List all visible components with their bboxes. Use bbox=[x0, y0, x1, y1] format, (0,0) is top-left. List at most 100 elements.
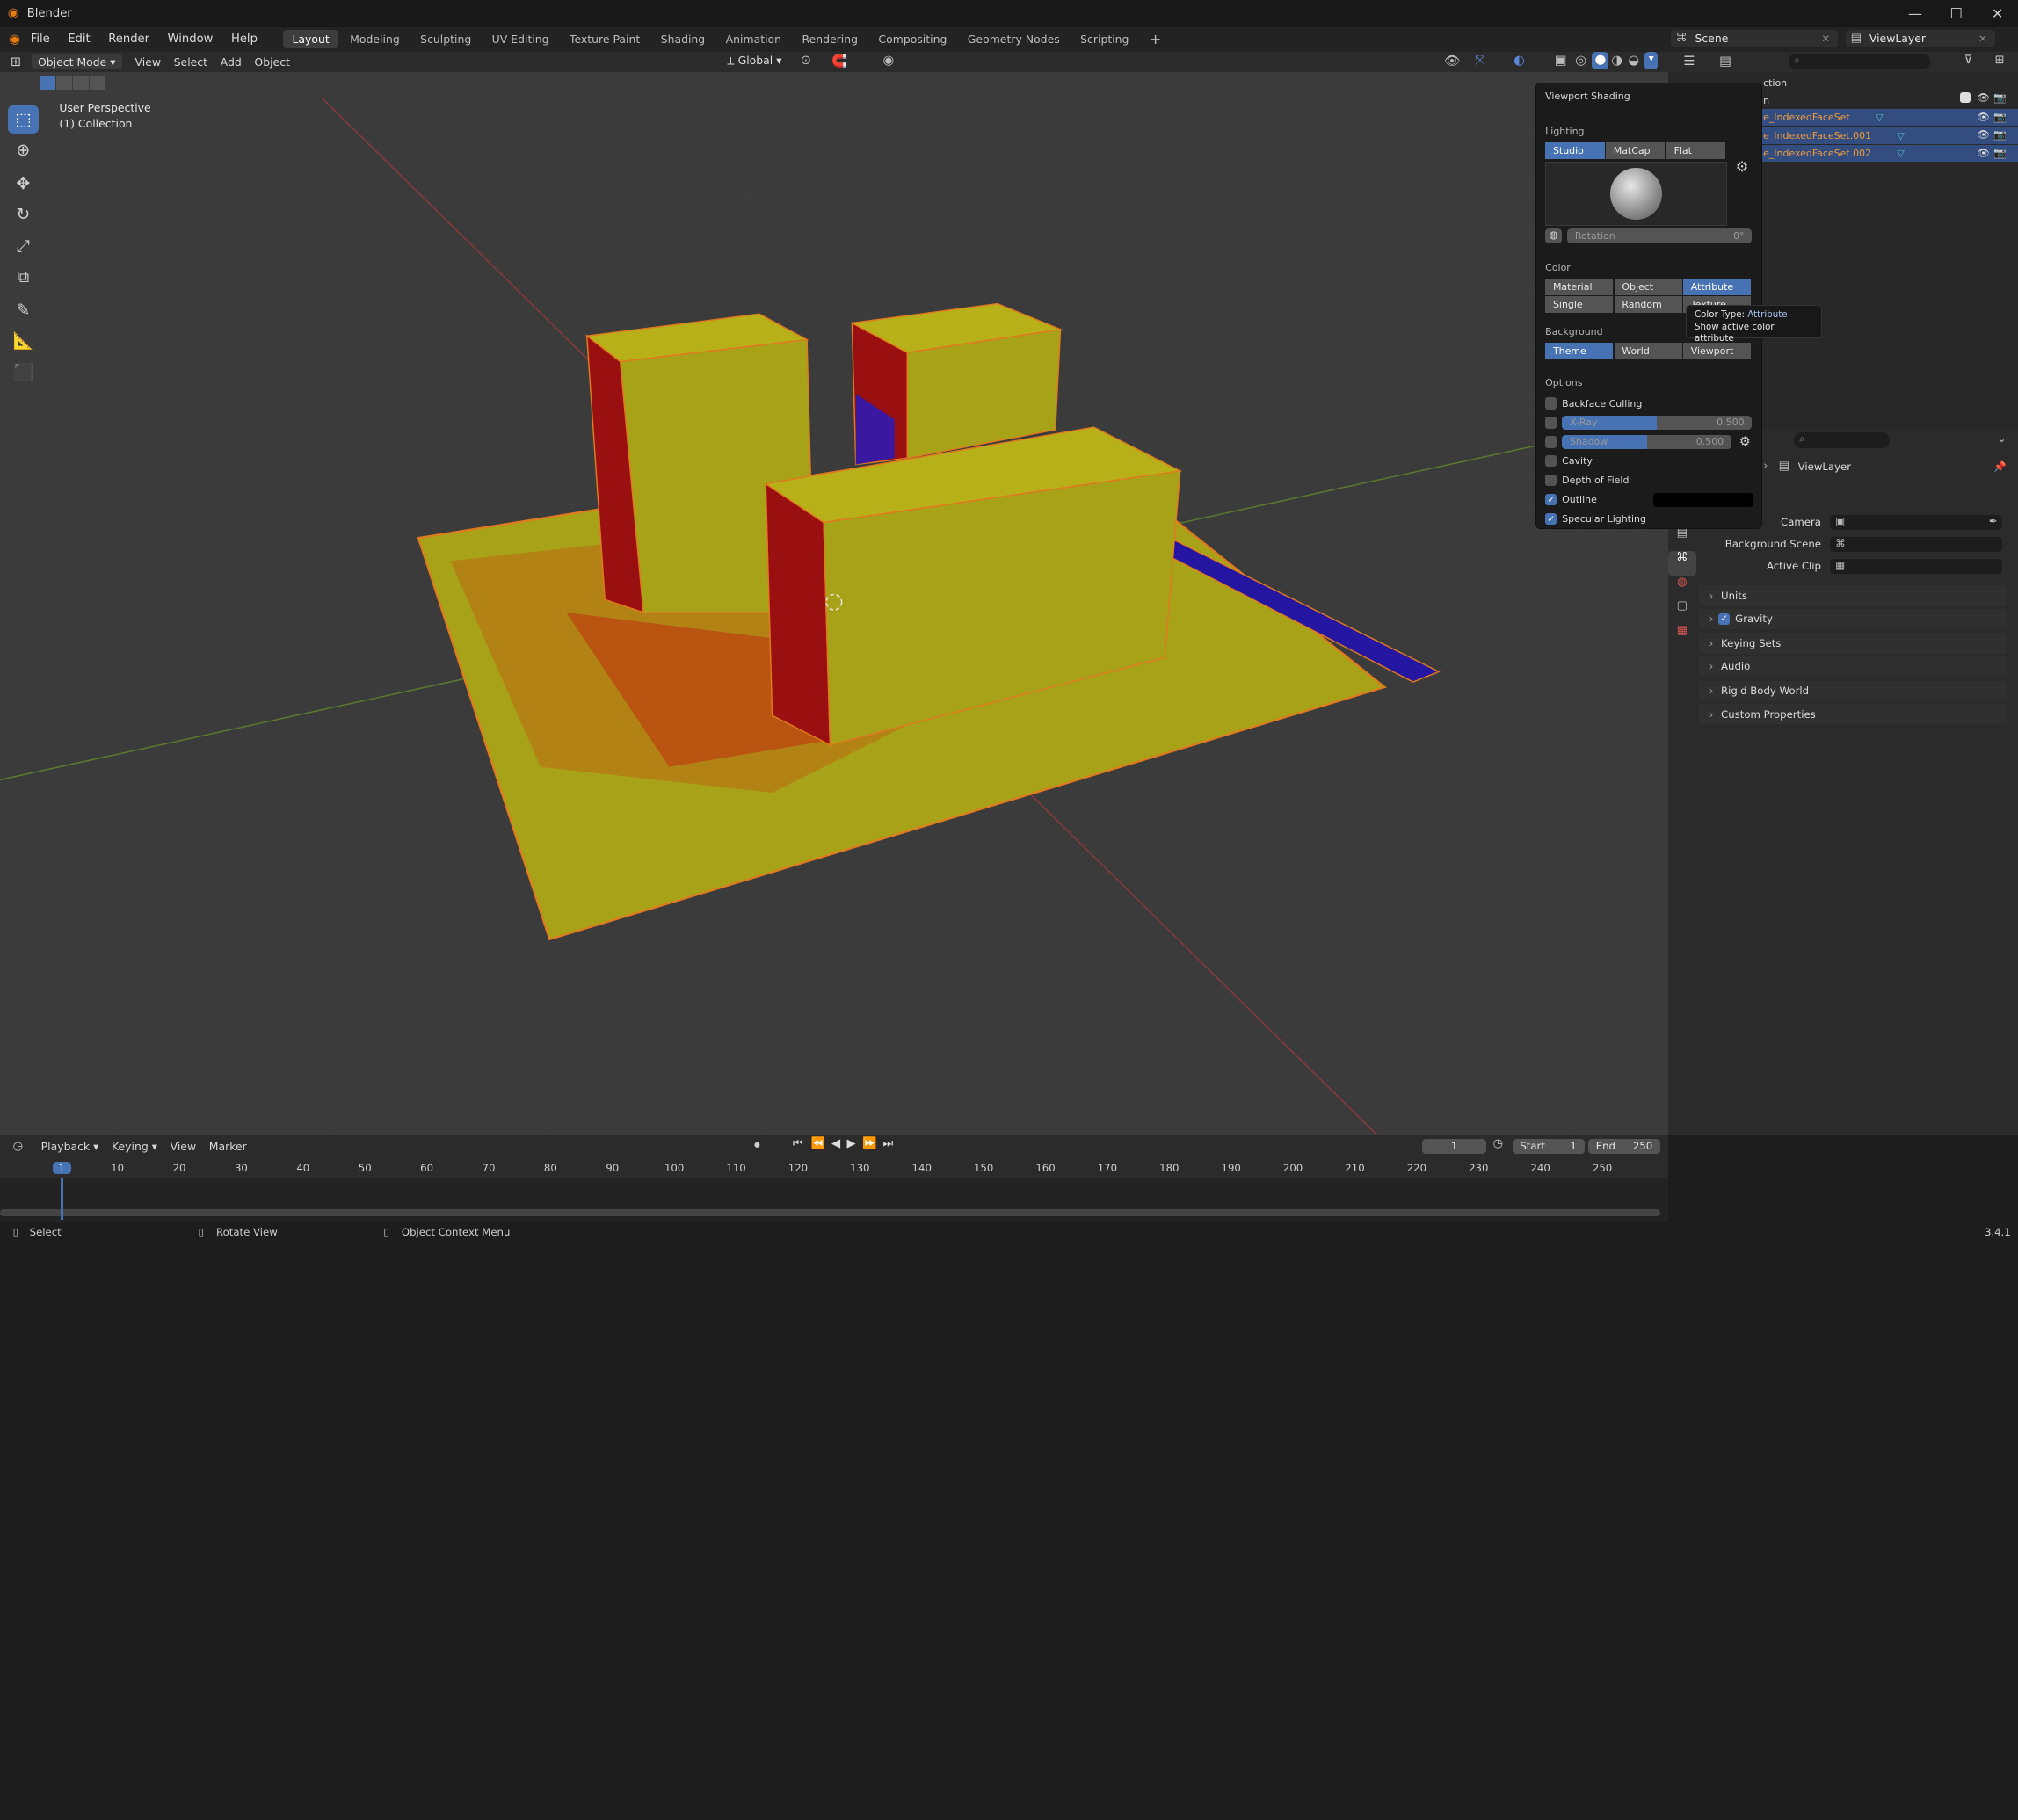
specular-lighting-checkbox[interactable]: ✓ bbox=[1545, 513, 1557, 526]
backface-culling-checkbox[interactable] bbox=[1545, 397, 1557, 410]
tab-shading[interactable]: Shading bbox=[651, 30, 714, 48]
new-collection-icon[interactable]: ⊞ bbox=[1995, 54, 2005, 67]
shadow-intensity-slider[interactable]: Shadow 0.500 bbox=[1562, 434, 1731, 449]
background-world-button[interactable]: World bbox=[1614, 342, 1682, 359]
outliner-item-1[interactable]: e_IndexedFaceSet.001 ▽ bbox=[1763, 127, 1905, 144]
eyedropper-icon[interactable]: ✒ bbox=[1989, 515, 1998, 527]
menu-object[interactable]: Object bbox=[254, 55, 290, 69]
menu-playback[interactable]: Playback ▾ bbox=[41, 1140, 99, 1153]
preview-range-icon[interactable]: ◷ bbox=[1493, 1137, 1503, 1150]
active-clip-field[interactable]: ▦ bbox=[1830, 558, 2003, 575]
background-theme-button[interactable]: Theme bbox=[1545, 342, 1614, 359]
xray-checkbox[interactable] bbox=[1545, 417, 1557, 429]
tab-uv-editing[interactable]: UV Editing bbox=[483, 30, 557, 48]
cavity-row[interactable]: Cavity bbox=[1545, 452, 1752, 471]
lighting-flat-button[interactable]: Flat bbox=[1666, 141, 1726, 159]
gizmo-icon[interactable]: ⤧ bbox=[1475, 53, 1485, 68]
tab-compositing[interactable]: Compositing bbox=[869, 30, 955, 48]
rotation-field[interactable]: Rotation 0° bbox=[1567, 228, 1753, 243]
jump-start-icon[interactable]: ⏮ bbox=[793, 1137, 803, 1150]
outliner-item-2[interactable]: e_IndexedFaceSet.002 ▽ bbox=[1763, 145, 1905, 162]
overlay-icon[interactable]: ◐ bbox=[1514, 53, 1525, 68]
color-single-button[interactable]: Single bbox=[1545, 296, 1614, 314]
tab-modeling[interactable]: Modeling bbox=[341, 30, 409, 48]
current-frame-field[interactable]: 1 bbox=[1422, 1138, 1487, 1155]
scene-selector[interactable]: ⌘ Scene ✕ bbox=[1670, 29, 1838, 48]
menu-select[interactable]: Select bbox=[174, 55, 207, 69]
play-reverse-icon[interactable]: ◀ bbox=[831, 1137, 840, 1150]
snap-icon[interactable]: 🧲 bbox=[831, 53, 847, 69]
add-workspace-icon[interactable]: + bbox=[1141, 28, 1171, 50]
panel-gravity[interactable]: › ✓ Gravity bbox=[1698, 608, 2008, 630]
menu-timeline-view[interactable]: View bbox=[171, 1140, 197, 1153]
wireframe-shading-icon[interactable]: ◎ bbox=[1575, 53, 1586, 68]
shadow-checkbox[interactable] bbox=[1545, 436, 1557, 448]
scene-close-icon[interactable]: ✕ bbox=[1821, 33, 1830, 45]
annotate-icon[interactable]: ✎ bbox=[8, 296, 39, 324]
pivot-icon[interactable]: ⊙ bbox=[801, 53, 811, 68]
transform-icon[interactable]: ⧉ bbox=[8, 263, 39, 291]
background-scene-field[interactable]: ⌘ bbox=[1830, 536, 2003, 553]
filter-icon[interactable]: ⊽ bbox=[1964, 54, 1973, 67]
select-mode-new-icon[interactable] bbox=[40, 76, 55, 91]
rotate-icon[interactable]: ↻ bbox=[8, 200, 39, 228]
record-icon[interactable]: ⏺ bbox=[754, 1139, 760, 1152]
xray-alpha-slider[interactable]: X-Ray 0.500 bbox=[1562, 415, 1753, 430]
mode-dropdown[interactable]: Object Mode ▾ bbox=[31, 54, 122, 70]
solid-shading-icon[interactable]: ● bbox=[1592, 51, 1609, 70]
outliner-editor-icon[interactable]: ☰ bbox=[1683, 54, 1695, 69]
depth-of-field-checkbox[interactable] bbox=[1545, 475, 1557, 487]
tab-animation[interactable]: Animation bbox=[716, 30, 790, 48]
measure-icon[interactable]: 📐 bbox=[8, 327, 39, 355]
eye-icon[interactable]: 👁 bbox=[1977, 147, 1990, 159]
color-attribute-button[interactable]: Attribute bbox=[1682, 278, 1751, 295]
view-layer-close-icon[interactable]: ✕ bbox=[1978, 33, 1987, 45]
background-viewport-button[interactable]: Viewport bbox=[1682, 342, 1751, 359]
texture-tab-icon[interactable]: ▦ bbox=[1668, 624, 1696, 649]
properties-options-icon[interactable]: ⌄ bbox=[1998, 432, 2007, 445]
studio-light-preview[interactable] bbox=[1545, 161, 1727, 226]
proportional-edit-icon[interactable]: ◉ bbox=[883, 53, 895, 68]
backface-culling-row[interactable]: Backface Culling bbox=[1545, 394, 1752, 413]
minimize-icon[interactable]: — bbox=[1894, 0, 1935, 27]
pin-icon[interactable]: 📌 bbox=[1993, 460, 2007, 473]
editor-type-icon[interactable]: ⊞ bbox=[11, 54, 21, 69]
world-tab-icon[interactable]: ◍ bbox=[1668, 576, 1696, 600]
color-random-button[interactable]: Random bbox=[1614, 296, 1682, 314]
select-mode-subtract-icon[interactable] bbox=[73, 76, 89, 91]
timeline-scrollbar[interactable] bbox=[0, 1209, 1660, 1216]
outline-row[interactable]: ✓ Outline bbox=[1545, 490, 1753, 510]
play-icon[interactable]: ▶ bbox=[847, 1137, 856, 1150]
gravity-checkbox[interactable]: ✓ bbox=[1718, 613, 1731, 625]
properties-search-input[interactable]: ⌕ bbox=[1794, 431, 1890, 448]
jump-keyframe-forward-icon[interactable]: ⏩ bbox=[862, 1137, 876, 1150]
outliner-item-0[interactable]: e_IndexedFaceSet ▽ bbox=[1763, 109, 1883, 126]
collection-camera-icon[interactable]: 📷 bbox=[1993, 91, 2007, 104]
material-shading-icon[interactable]: ◑ bbox=[1611, 53, 1622, 68]
view-layer-tab-icon[interactable]: ▤ bbox=[1668, 526, 1696, 551]
color-object-button[interactable]: Object bbox=[1614, 278, 1682, 295]
tab-texture-paint[interactable]: Texture Paint bbox=[561, 30, 650, 48]
blender-menu-icon[interactable]: ◉ bbox=[9, 32, 20, 47]
camera-icon[interactable]: 📷 bbox=[1993, 111, 2007, 123]
panel-custom-properties[interactable]: › Custom Properties bbox=[1698, 703, 2008, 725]
cavity-checkbox[interactable] bbox=[1545, 455, 1557, 468]
rendered-shading-icon[interactable]: ◒ bbox=[1628, 53, 1639, 68]
camera-field[interactable]: ▣ ✒ bbox=[1830, 514, 2003, 531]
shadow-settings-gear-icon[interactable]: ⚙ bbox=[1739, 434, 1751, 449]
tab-geometry-nodes[interactable]: Geometry Nodes bbox=[959, 30, 1069, 48]
panel-units[interactable]: › Units bbox=[1698, 585, 2008, 606]
outline-checkbox[interactable]: ✓ bbox=[1545, 494, 1557, 506]
eye-icon[interactable]: 👁 bbox=[1977, 111, 1990, 123]
outline-color-swatch[interactable] bbox=[1652, 492, 1753, 507]
add-cube-icon[interactable]: ⬛ bbox=[8, 358, 39, 386]
tab-sculpting[interactable]: Sculpting bbox=[411, 30, 481, 48]
start-frame-field[interactable]: Start 1 bbox=[1512, 1138, 1585, 1155]
panel-audio[interactable]: › Audio bbox=[1698, 656, 2008, 678]
select-mode-invert-icon[interactable] bbox=[90, 76, 105, 91]
panel-keying-sets[interactable]: › Keying Sets bbox=[1698, 633, 2008, 654]
jump-keyframe-back-icon[interactable]: ⏪ bbox=[811, 1137, 825, 1150]
visibility-icon[interactable]: 👁 bbox=[1444, 53, 1461, 69]
tab-layout[interactable]: Layout bbox=[283, 30, 338, 49]
menu-add[interactable]: Add bbox=[221, 55, 242, 69]
